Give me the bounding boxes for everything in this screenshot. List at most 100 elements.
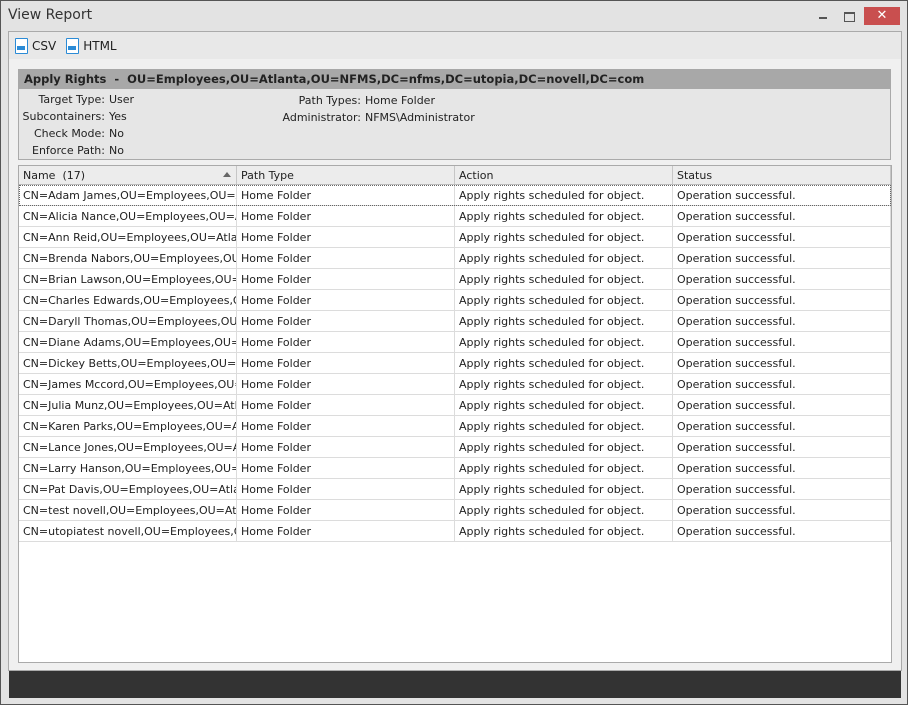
name-cell: CN=Pat Davis,OU=Employees,OU=Atlan... xyxy=(19,479,237,499)
path-type-cell: Home Folder xyxy=(237,374,455,394)
status-cell: Operation successful. xyxy=(673,332,891,352)
path-type-cell: Home Folder xyxy=(237,269,455,289)
path-type-cell: Home Folder xyxy=(237,248,455,268)
status-cell: Operation successful. xyxy=(673,185,891,205)
html-label: HTML xyxy=(83,39,117,53)
action-cell: Apply rights scheduled for object. xyxy=(455,521,673,541)
table-row[interactable]: CN=Brenda Nabors,OU=Employees,OU=... Home… xyxy=(19,248,891,269)
field-label: Target Type: xyxy=(38,93,106,106)
field-label: Path Types: xyxy=(298,94,361,107)
path-type-cell: Home Folder xyxy=(237,416,455,436)
path-type-cell: Home Folder xyxy=(237,521,455,541)
action-cell: Apply rights scheduled for object. xyxy=(455,353,673,373)
path-type-cell: Home Folder xyxy=(237,311,455,331)
table-row[interactable]: CN=Lance Jones,OU=Employees,OU=At... Home… xyxy=(19,437,891,458)
name-cell: CN=James Mccord,OU=Employees,OU=... xyxy=(19,374,237,394)
action-cell: Apply rights scheduled for object. xyxy=(455,290,673,310)
minimize-button[interactable] xyxy=(813,7,833,25)
path-type-cell: Home Folder xyxy=(237,395,455,415)
name-cell: CN=utopiatest novell,OU=Employees,O... xyxy=(19,521,237,541)
action-cell: Apply rights scheduled for object. xyxy=(455,269,673,289)
action-cell: Apply rights scheduled for object. xyxy=(455,206,673,226)
field-value: User xyxy=(109,93,135,106)
table-row[interactable]: CN=utopiatest novell,OU=Employees,O... Ho… xyxy=(19,521,891,542)
name-cell: CN=Brenda Nabors,OU=Employees,OU=... xyxy=(19,248,237,268)
field-label: Administrator: xyxy=(282,111,362,124)
table-row[interactable]: CN=James Mccord,OU=Employees,OU=... Home … xyxy=(19,374,891,395)
status-cell: Operation successful. xyxy=(673,206,891,226)
action-cell: Apply rights scheduled for object. xyxy=(455,248,673,268)
table-row[interactable]: CN=Dickey Betts,OU=Employees,OU=At... Hom… xyxy=(19,353,891,374)
table-row[interactable]: CN=Ann Reid,OU=Employees,OU=Atlan... Home… xyxy=(19,227,891,248)
action-cell: Apply rights scheduled for object. xyxy=(455,479,673,499)
name-cell: CN=Lance Jones,OU=Employees,OU=At... xyxy=(19,437,237,457)
path-type-cell: Home Folder xyxy=(237,332,455,352)
sort-ascending-icon xyxy=(223,172,231,177)
maximize-button[interactable] xyxy=(839,7,859,25)
action-cell: Apply rights scheduled for object. xyxy=(455,311,673,331)
table-row[interactable]: CN=Adam James,OU=Employees,OU=At... Home … xyxy=(19,185,891,206)
toolbar: CSV HTML xyxy=(9,33,117,59)
action-cell: Apply rights scheduled for object. xyxy=(455,437,673,457)
name-cell: CN=Charles Edwards,OU=Employees,O... xyxy=(19,290,237,310)
table-row[interactable]: CN=Karen Parks,OU=Employees,OU=Atl... Hom… xyxy=(19,416,891,437)
column-header-path-type[interactable]: Path Type xyxy=(237,166,455,184)
status-cell: Operation successful. xyxy=(673,248,891,268)
column-header-name[interactable]: Name (17) xyxy=(19,166,237,184)
table-row[interactable]: CN=Pat Davis,OU=Employees,OU=Atlan... Hom… xyxy=(19,479,891,500)
path-type-cell: Home Folder xyxy=(237,206,455,226)
table-row[interactable]: CN=Daryll Thomas,OU=Employees,OU=... Home… xyxy=(19,311,891,332)
html-file-icon xyxy=(66,38,80,54)
report-info xyxy=(18,89,891,160)
action-cell: Apply rights scheduled for object. xyxy=(455,185,673,205)
info-field: Check Mode: No xyxy=(21,127,124,140)
path-type-cell: Home Folder xyxy=(237,290,455,310)
status-cell: Operation successful. xyxy=(673,437,891,457)
path-type-cell: Home Folder xyxy=(237,353,455,373)
export-html-button[interactable]: HTML xyxy=(66,38,117,54)
action-cell: Apply rights scheduled for object. xyxy=(455,416,673,436)
status-cell: Operation successful. xyxy=(673,311,891,331)
table-row[interactable]: CN=test novell,OU=Employees,OU=Atla... Ho… xyxy=(19,500,891,521)
table-row[interactable]: CN=Alicia Nance,OU=Employees,OU=Atl... Ho… xyxy=(19,206,891,227)
close-button[interactable]: ✕ xyxy=(864,7,900,25)
table-row[interactable]: CN=Brian Lawson,OU=Employees,OU=A... Home… xyxy=(19,269,891,290)
path-type-cell: Home Folder xyxy=(237,479,455,499)
info-field: Enforce Path: No xyxy=(21,144,124,157)
action-cell: Apply rights scheduled for object. xyxy=(455,458,673,478)
path-type-cell: Home Folder xyxy=(237,458,455,478)
path-type-cell: Home Folder xyxy=(237,185,455,205)
info-field: Target Type: User xyxy=(21,93,135,106)
path-type-cell: Home Folder xyxy=(237,437,455,457)
table-row[interactable]: CN=Julia Munz,OU=Employees,OU=Atla... Hom… xyxy=(19,395,891,416)
field-value: Home Folder xyxy=(365,94,435,107)
status-cell: Operation successful. xyxy=(673,374,891,394)
field-value: NFMS\Administrator xyxy=(365,111,475,124)
column-header-status[interactable]: Status xyxy=(673,166,891,184)
status-cell: Operation successful. xyxy=(673,395,891,415)
info-field: Administrator: NFMS\Administrator xyxy=(271,111,475,124)
action-cell: Apply rights scheduled for object. xyxy=(455,374,673,394)
results-table: Name (17) Path Type Action Status CN=Ada… xyxy=(18,165,892,663)
field-value: No xyxy=(109,127,124,140)
table-row[interactable]: CN=Larry Hanson,OU=Employees,OU=A... Home… xyxy=(19,458,891,479)
status-cell: Operation successful. xyxy=(673,500,891,520)
table-row[interactable]: CN=Diane Adams,OU=Employees,OU=A... Home … xyxy=(19,332,891,353)
column-header-action[interactable]: Action xyxy=(455,166,673,184)
status-cell: Operation successful. xyxy=(673,479,891,499)
name-cell: CN=Dickey Betts,OU=Employees,OU=At... xyxy=(19,353,237,373)
action-cell: Apply rights scheduled for object. xyxy=(455,227,673,247)
name-cell: CN=Julia Munz,OU=Employees,OU=Atla... xyxy=(19,395,237,415)
csv-file-icon xyxy=(15,38,28,54)
field-label: Check Mode: xyxy=(33,127,105,140)
name-cell: CN=Brian Lawson,OU=Employees,OU=A... xyxy=(19,269,237,289)
table-row[interactable]: CN=Charles Edwards,OU=Employees,O... Home… xyxy=(19,290,891,311)
status-cell: Operation successful. xyxy=(673,290,891,310)
name-cell: CN=Daryll Thomas,OU=Employees,OU=... xyxy=(19,311,237,331)
name-cell: CN=test novell,OU=Employees,OU=Atla... xyxy=(19,500,237,520)
export-csv-button[interactable]: CSV xyxy=(15,38,56,54)
name-cell: CN=Diane Adams,OU=Employees,OU=A... xyxy=(19,332,237,352)
path-type-cell: Home Folder xyxy=(237,500,455,520)
info-field: Subcontainers: Yes xyxy=(21,110,127,123)
name-cell: CN=Ann Reid,OU=Employees,OU=Atlan... xyxy=(19,227,237,247)
